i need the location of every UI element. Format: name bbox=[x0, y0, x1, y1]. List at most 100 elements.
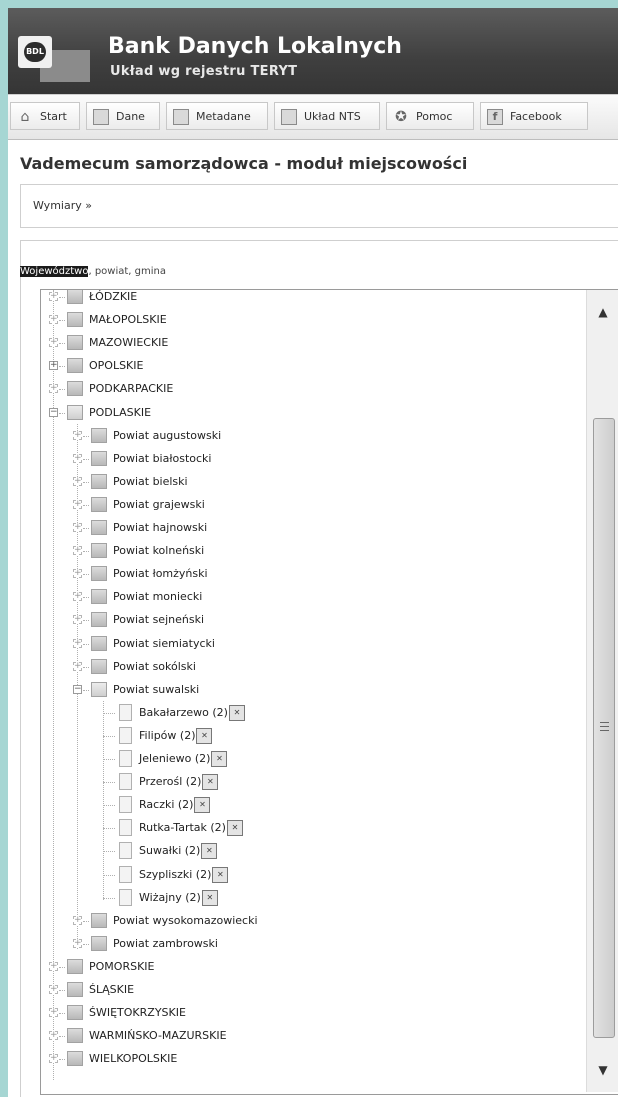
tree-node-label[interactable]: WARMIŃSKO-MAZURSKIE bbox=[89, 1025, 227, 1047]
tree-node-label[interactable]: Powiat augustowski bbox=[113, 425, 221, 447]
table-icon[interactable]: ✕ bbox=[202, 774, 219, 791]
tree-leaf-label[interactable]: Filipów (2) ✕ bbox=[139, 725, 213, 747]
expand-icon[interactable]: + bbox=[49, 384, 58, 394]
tree-leaf-gmina[interactable]: Przerośl (2) ✕ bbox=[41, 771, 581, 793]
tree-node-voivodeship[interactable]: + ŁÓDZKIE bbox=[41, 290, 581, 308]
tree-node-powiat[interactable]: + Powiat kolneński bbox=[41, 540, 581, 562]
tree-leaf-gmina[interactable]: Raczki (2) ✕ bbox=[41, 794, 581, 816]
tree-leaf-gmina[interactable]: Wiżajny (2) ✕ bbox=[41, 887, 581, 909]
tree-node-powiat[interactable]: + Powiat grajewski bbox=[41, 494, 581, 516]
tree-node-powiat[interactable]: + Powiat hajnowski bbox=[41, 517, 581, 539]
expand-icon[interactable]: + bbox=[73, 453, 82, 463]
table-icon[interactable]: ✕ bbox=[194, 797, 211, 814]
expand-icon[interactable]: + bbox=[49, 292, 58, 301]
tree-leaf-label[interactable]: Rutka-Tartak (2) ✕ bbox=[139, 817, 243, 839]
expand-icon[interactable]: + bbox=[73, 546, 82, 556]
expand-icon[interactable]: + bbox=[73, 476, 82, 486]
tree-node-powiat[interactable]: + Powiat zambrowski bbox=[41, 933, 581, 955]
metadane-button[interactable]: Metadane bbox=[166, 102, 268, 130]
tree-leaf-label[interactable]: Szypliszki (2) ✕ bbox=[139, 864, 229, 886]
tree-node-voivodeship[interactable]: + ŚLĄSKIE bbox=[41, 979, 581, 1001]
expand-icon[interactable]: + bbox=[73, 661, 82, 671]
tree-node-powiat[interactable]: + Powiat sokólski bbox=[41, 656, 581, 678]
tree-node-label[interactable]: Powiat sokólski bbox=[113, 656, 196, 678]
tree-node-powiat[interactable]: + Powiat łomżyński bbox=[41, 563, 581, 585]
tree-node-powiat[interactable]: + Powiat siemiatycki bbox=[41, 633, 581, 655]
tree-node-label[interactable]: Powiat białostocki bbox=[113, 448, 211, 470]
expand-icon[interactable]: + bbox=[49, 338, 58, 348]
tree-node-powiat[interactable]: + Powiat sejneński bbox=[41, 609, 581, 631]
tree-node-voivodeship[interactable]: + OPOLSKIE bbox=[41, 355, 581, 377]
expand-icon[interactable]: + bbox=[73, 569, 82, 579]
collapse-icon[interactable]: − bbox=[73, 684, 82, 694]
expand-icon[interactable]: + bbox=[49, 1008, 58, 1018]
tree-node-voivodeship[interactable]: − PODLASKIE bbox=[41, 402, 581, 424]
tree-node-label[interactable]: PODKARPACKIE bbox=[89, 378, 173, 400]
tree-leaf-gmina[interactable]: Szypliszki (2) ✕ bbox=[41, 864, 581, 886]
tree-node-label[interactable]: Powiat zambrowski bbox=[113, 933, 218, 955]
tree-node-powiat[interactable]: + Powiat moniecki bbox=[41, 586, 581, 608]
tree-node-label[interactable]: OPOLSKIE bbox=[89, 355, 143, 377]
tree-node-label[interactable]: PODLASKIE bbox=[89, 402, 151, 424]
expand-icon[interactable]: + bbox=[49, 985, 58, 994]
tree-node-label[interactable]: Powiat grajewski bbox=[113, 494, 205, 516]
tree-leaf-gmina[interactable]: Rutka-Tartak (2) ✕ bbox=[41, 817, 581, 839]
tree-leaf-gmina[interactable]: Jeleniewo (2) ✕ bbox=[41, 748, 581, 770]
tree-node-powiat[interactable]: + Powiat bielski bbox=[41, 471, 581, 493]
tree-leaf-gmina[interactable]: Suwałki (2) ✕ bbox=[41, 840, 581, 862]
tree-node-label[interactable]: Powiat moniecki bbox=[113, 586, 202, 608]
pomoc-button[interactable]: ✪ Pomoc bbox=[386, 102, 474, 130]
tree-node-voivodeship[interactable]: + WARMIŃSKO-MAZURSKIE bbox=[41, 1025, 581, 1047]
uklad-nts-button[interactable]: Układ NTS bbox=[274, 102, 380, 130]
expand-icon[interactable]: + bbox=[73, 430, 82, 440]
collapse-icon[interactable]: − bbox=[49, 407, 58, 417]
tree-node-label[interactable]: Powiat łomżyński bbox=[113, 563, 208, 585]
tree-node-label[interactable]: Powiat hajnowski bbox=[113, 517, 207, 539]
expand-icon[interactable]: + bbox=[73, 523, 82, 532]
expand-icon[interactable]: + bbox=[73, 915, 82, 925]
territory-tree[interactable]: + ŁÓDZKIE + MAŁOPOLSKIE + MAZOWIECKIE + OPOLSKI… bbox=[40, 289, 618, 1095]
expand-icon[interactable]: + bbox=[73, 638, 82, 648]
table-icon[interactable]: ✕ bbox=[228, 704, 245, 721]
tree-node-label[interactable]: Powiat suwalski bbox=[113, 679, 199, 701]
start-button[interactable]: ⌂ Start bbox=[10, 102, 80, 130]
expand-icon[interactable]: + bbox=[49, 1031, 58, 1041]
expand-icon[interactable]: + bbox=[73, 615, 82, 625]
tree-node-label[interactable]: MAŁOPOLSKIE bbox=[89, 309, 167, 331]
facebook-button[interactable]: f Facebook bbox=[480, 102, 588, 130]
tree-node-label[interactable]: ŚWIĘTOKRZYSKIE bbox=[89, 1002, 186, 1024]
tree-node-label[interactable]: WIELKOPOLSKIE bbox=[89, 1048, 177, 1070]
tree-node-label[interactable]: Powiat bielski bbox=[113, 471, 188, 493]
table-icon[interactable]: ✕ bbox=[196, 727, 213, 744]
tree-scrollbar[interactable]: ▲ ▼ bbox=[586, 290, 618, 1092]
table-icon[interactable]: ✕ bbox=[201, 889, 218, 906]
expand-icon[interactable]: + bbox=[73, 499, 82, 509]
table-icon[interactable]: ✕ bbox=[226, 820, 243, 837]
tree-node-powiat[interactable]: + Powiat augustowski bbox=[41, 425, 581, 447]
tree-node-voivodeship[interactable]: + WIELKOPOLSKIE bbox=[41, 1048, 581, 1070]
tree-node-voivodeship[interactable]: + POMORSKIE bbox=[41, 956, 581, 978]
tree-node-label[interactable]: Powiat sejneński bbox=[113, 609, 204, 631]
tree-node-powiat[interactable]: + Powiat wysokomazowiecki bbox=[41, 910, 581, 932]
scroll-up-icon[interactable]: ▲ bbox=[587, 298, 618, 326]
expand-icon[interactable]: + bbox=[49, 961, 58, 971]
tree-node-voivodeship[interactable]: + MAŁOPOLSKIE bbox=[41, 309, 581, 331]
expand-icon[interactable]: + bbox=[49, 361, 58, 371]
tree-node-powiat[interactable]: + Powiat białostocki bbox=[41, 448, 581, 470]
tree-leaf-label[interactable]: Przerośl (2) ✕ bbox=[139, 771, 219, 793]
dane-button[interactable]: Dane bbox=[86, 102, 160, 130]
tree-leaf-label[interactable]: Raczki (2) ✕ bbox=[139, 794, 211, 816]
table-icon[interactable]: ✕ bbox=[201, 843, 218, 860]
tree-node-label[interactable]: Powiat kolneński bbox=[113, 540, 204, 562]
tree-node-label[interactable]: POMORSKIE bbox=[89, 956, 154, 978]
bdl-logo[interactable]: BDL bbox=[18, 36, 90, 82]
tree-leaf-label[interactable]: Wiżajny (2) ✕ bbox=[139, 887, 218, 909]
table-icon[interactable]: ✕ bbox=[211, 751, 228, 767]
tree-leaf-gmina[interactable]: Bakałarzewo (2) ✕ bbox=[41, 702, 581, 724]
tree-leaf-label[interactable]: Suwałki (2) ✕ bbox=[139, 840, 218, 862]
expand-icon[interactable]: + bbox=[49, 315, 58, 325]
scroll-thumb[interactable] bbox=[593, 418, 615, 1038]
tree-node-voivodeship[interactable]: + PODKARPACKIE bbox=[41, 378, 581, 400]
tree-node-voivodeship[interactable]: + ŚWIĘTOKRZYSKIE bbox=[41, 1002, 581, 1024]
tree-node-label[interactable]: Powiat wysokomazowiecki bbox=[113, 910, 258, 932]
